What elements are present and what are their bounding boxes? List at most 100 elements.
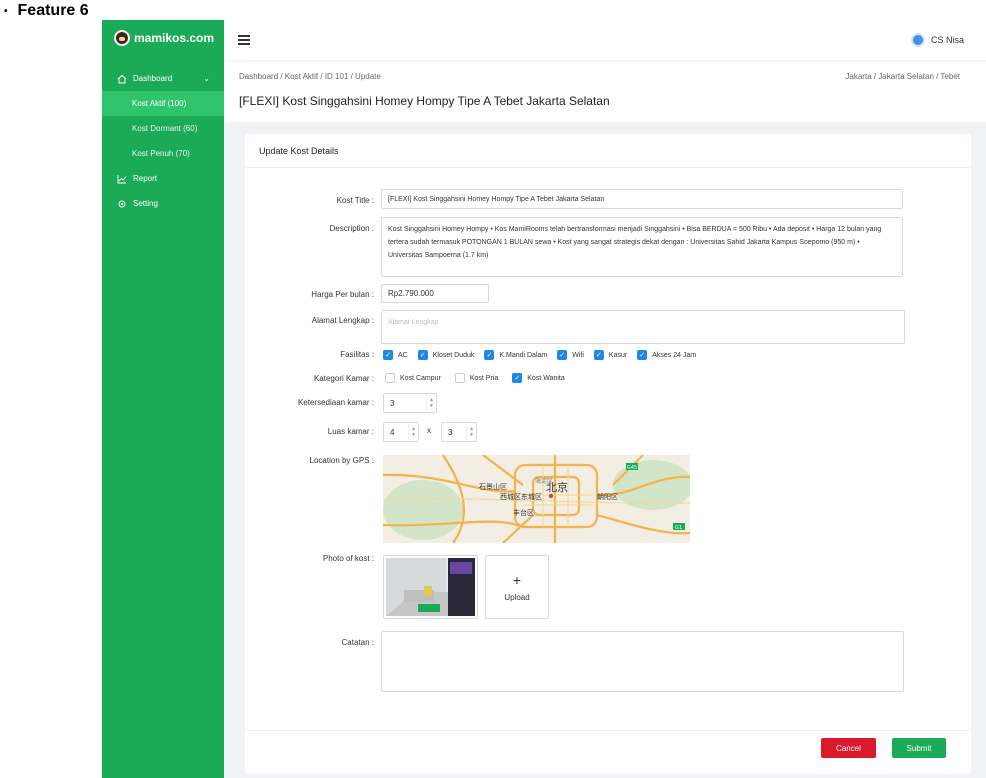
map-label-haidian: 海淀区 <box>535 477 553 485</box>
sidebar-item-kost-penuh[interactable]: Kost Penuh (70) <box>102 141 224 166</box>
checkbox-label: AC <box>398 351 408 359</box>
ketersediaan-stepper[interactable]: 3 ▲ ▼ <box>383 393 437 413</box>
ketersediaan-label: Ketersediaan kamar : <box>297 398 374 407</box>
checkbox-label: Kost Wanita <box>527 374 565 382</box>
stepper-arrows-icon[interactable]: ▲ ▼ <box>426 394 436 412</box>
stepper-value: 4 <box>390 427 395 437</box>
checkbox-checked-icon: ✓ <box>512 373 523 383</box>
sidebar-item-dashboard[interactable]: Dashboard ⌄ <box>102 66 224 91</box>
gps-map[interactable]: 北京 海淀区 西城区 东城区 朝阳区 丰台区 石景山区 G1 G45 <box>383 455 690 543</box>
checkbox-checked-icon: ✓ <box>593 350 604 360</box>
photo-label: Photo of kost : <box>322 554 374 563</box>
avatar <box>910 33 925 47</box>
sidebar-item-label: Setting <box>133 199 158 208</box>
checkbox-label: Akses 24 Jam <box>652 351 697 359</box>
kategori-label: Kategori Kamar : <box>313 374 374 383</box>
sidebar-item-label: Kost Aktif (100) <box>132 99 187 108</box>
checkbox-label: Wifi <box>572 351 584 359</box>
map-label-g1: G1 <box>675 525 682 531</box>
user-name: CS Nisa <box>930 35 964 45</box>
checkbox-checked-icon: ✓ <box>417 350 428 360</box>
kost-title-input[interactable]: [FLEXI] Kost Singgahsini Homey Hompy Tip… <box>381 189 903 209</box>
luas-separator: x <box>427 426 431 435</box>
checkbox-wifi[interactable]: ✓ Wifi <box>557 350 584 360</box>
harga-input[interactable]: Rp2.790.000 <box>381 284 489 303</box>
map-label-shijingshan: 石景山区 <box>479 482 507 491</box>
checkbox-label: Kasur <box>608 351 628 359</box>
alamat-textarea[interactable]: Alamat Lengkap <box>381 310 905 344</box>
upload-label: Upload <box>504 592 530 602</box>
brand-logo[interactable]: mamikos.com <box>114 30 214 46</box>
catatan-textarea[interactable] <box>381 631 904 692</box>
alamat-label: Alamat Lengkap : <box>311 316 374 325</box>
card-title: Update Kost Details <box>245 134 971 168</box>
upload-button[interactable]: + Upload <box>485 555 549 619</box>
checkbox-label: K.Mandi Dalam <box>499 351 548 359</box>
checkbox-kost-pria[interactable]: Kost Pria <box>454 373 499 383</box>
sidebar-item-kost-dormant[interactable]: Kost Dormant (60) <box>102 116 224 141</box>
mamikos-logo-icon <box>114 30 130 46</box>
brand-name: mamikos.com <box>134 31 215 45</box>
bullet-icon: • <box>4 5 8 17</box>
luas-length-stepper[interactable]: 3 ▲ ▼ <box>441 422 477 442</box>
checkbox-ac[interactable]: ✓ AC <box>383 350 408 360</box>
checkbox-label: Kost Pria <box>469 374 499 382</box>
sidebar-item-kost-aktif[interactable]: Kost Aktif (100) <box>102 91 224 116</box>
user-menu[interactable]: CS Nisa <box>910 33 964 47</box>
stepper-value: 3 <box>448 427 453 437</box>
sidebar: mamikos.com Dashboard ⌄ Kost Aktif (100)… <box>102 20 224 778</box>
stepper-value: 3 <box>390 398 395 408</box>
map-label-xicheng: 西城区 <box>500 493 521 501</box>
sidebar-item-report[interactable]: Report <box>102 166 224 191</box>
location-breadcrumb: Jakarta / Jakarta Selatan / Tebet <box>845 72 960 81</box>
chevron-down-icon: ⌄ <box>203 74 210 83</box>
cancel-button[interactable]: Cancel <box>821 738 876 758</box>
map-pin-icon <box>548 493 554 499</box>
alamat-placeholder: Alamat Lengkap <box>388 319 439 326</box>
map-roads-icon: 北京 海淀区 西城区 东城区 朝阳区 丰台区 石景山区 G1 G45 <box>383 455 690 543</box>
sidebar-item-label: Kost Dormant (60) <box>132 124 198 133</box>
checkbox-kost-wanita[interactable]: ✓ Kost Wanita <box>512 373 565 383</box>
map-label-dongcheng: 东城区 <box>521 492 542 501</box>
fasilitas-checkbox-group: ✓ AC ✓ Kloset Duduk ✓ K.Mandi Dalam ✓ Wifi ✓… <box>383 350 706 360</box>
plus-icon: + <box>512 571 522 588</box>
luas-width-stepper[interactable]: 4 ▲ ▼ <box>383 422 419 442</box>
checkbox-label: Kost Campur <box>400 374 441 382</box>
checkbox-unchecked-icon <box>385 373 395 383</box>
home-icon <box>117 74 127 83</box>
checkbox-checked-icon: ✓ <box>484 350 495 360</box>
sidebar-nav: Dashboard ⌄ Kost Aktif (100) Kost Dorman… <box>102 66 224 216</box>
map-label-g45: G45 <box>627 465 637 471</box>
description-label: Description : <box>329 224 374 233</box>
menu-toggle-icon[interactable] <box>238 35 250 45</box>
feature-title-text: Feature 6 <box>17 2 89 19</box>
checkbox-akses-24-jam[interactable]: ✓ Akses 24 Jam <box>637 350 696 360</box>
stepper-arrows-icon[interactable]: ▲ ▼ <box>408 423 418 441</box>
luas-label: Luas kamar : <box>327 427 374 436</box>
feature-heading: • Feature 6 <box>4 2 89 20</box>
chart-icon <box>117 174 127 183</box>
kost-photo-thumbnail[interactable] <box>383 555 478 619</box>
form-actions: Cancel Submit <box>245 730 971 764</box>
catatan-label: Catatan : <box>341 638 374 647</box>
checkbox-checked-icon: ✓ <box>637 350 648 360</box>
location-label: Location by GPS : <box>309 456 374 465</box>
sidebar-item-label: Kost Penuh (70) <box>132 149 190 158</box>
topbar: CS Nisa <box>224 20 986 60</box>
checkbox-label: Kloset Duduk <box>432 351 475 359</box>
checkbox-kasur[interactable]: ✓ Kasur <box>593 350 628 360</box>
checkbox-unchecked-icon <box>454 373 465 383</box>
page-title: [FLEXI] Kost Singgahsini Homey Hompy Tip… <box>239 94 610 108</box>
sidebar-item-label: Dashboard <box>133 74 173 83</box>
page-header: Dashboard / Kost Aktif / ID 101 / Update… <box>224 60 986 122</box>
checkbox-kloset-duduk[interactable]: ✓ Kloset Duduk <box>417 350 475 360</box>
map-label-chaoyang: 朝阳区 <box>597 492 618 501</box>
submit-button[interactable]: Submit <box>892 738 946 758</box>
stepper-arrows-icon[interactable]: ▲ ▼ <box>466 423 476 441</box>
checkbox-kamar-mandi-dalam[interactable]: ✓ K.Mandi Dalam <box>484 350 547 360</box>
checkbox-kost-campur[interactable]: Kost Campur <box>385 373 441 383</box>
description-textarea[interactable]: Kost Singgahsini Homey Hompy • Kos MamiR… <box>381 217 903 277</box>
breadcrumb[interactable]: Dashboard / Kost Aktif / ID 101 / Update <box>239 72 381 81</box>
checkbox-checked-icon: ✓ <box>383 350 393 360</box>
sidebar-item-setting[interactable]: Setting <box>102 191 224 216</box>
